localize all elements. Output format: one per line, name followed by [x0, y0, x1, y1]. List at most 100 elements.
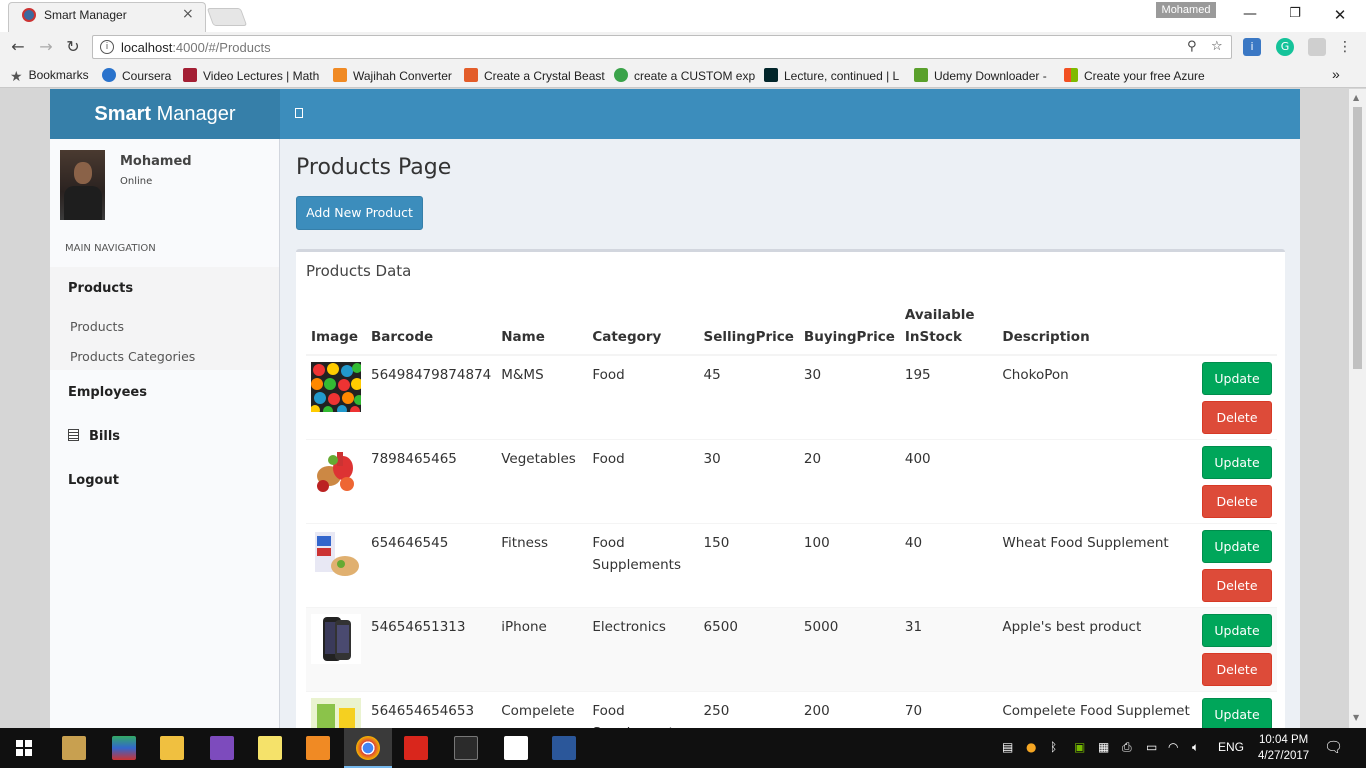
delete-button[interactable]: Delete: [1202, 652, 1272, 686]
bookmarks-label[interactable]: ★ Bookmarks: [10, 68, 89, 84]
app-logo[interactable]: Smart Manager: [50, 89, 280, 139]
bluetooth-icon[interactable]: ᛒ: [1050, 740, 1057, 754]
bookmark-edx[interactable]: Lecture, continued | L: [764, 68, 899, 83]
barcode-cell: 54654651313: [366, 606, 497, 691]
sidebar-subitem-products[interactable]: Products: [70, 319, 124, 334]
winrar-icon[interactable]: [112, 736, 136, 760]
site-info-icon[interactable]: i: [100, 40, 114, 54]
update-button[interactable]: Update: [1202, 613, 1272, 647]
address-bar[interactable]: i localhost:4000/#/Products ⚲ ☆: [92, 35, 1232, 59]
star-icon: ★: [10, 68, 23, 84]
menu-icon[interactable]: ⋮: [1336, 38, 1354, 56]
bookmark-label: Wajihah Converter: [353, 69, 452, 83]
extension-icon[interactable]: i: [1243, 38, 1261, 56]
buying-price-cell: 20: [798, 438, 900, 523]
sticky-notes-icon[interactable]: [258, 736, 282, 760]
sidebar-item-logout[interactable]: Logout: [68, 473, 119, 488]
name-cell: Compelete: [496, 690, 588, 728]
sidebar-toggle-icon[interactable]: [295, 108, 303, 118]
bookmark-label: Create your free Azure: [1084, 69, 1205, 83]
bookmark-mit[interactable]: Video Lectures | Math: [183, 68, 319, 83]
column-header: BuyingPrice: [798, 302, 900, 356]
battery-icon[interactable]: ▭: [1146, 740, 1157, 754]
product-image: [311, 529, 361, 580]
acrobat-icon[interactable]: [404, 736, 428, 760]
bookmark-custom[interactable]: create a CUSTOM exp: [614, 68, 755, 83]
user-status: Online: [120, 176, 153, 187]
key-icon[interactable]: ⚲: [1187, 39, 1197, 54]
wifi-icon[interactable]: ◠: [1168, 740, 1178, 754]
barcode-cell: 7898465465: [366, 438, 497, 523]
scrollbar-thumb[interactable]: [1353, 107, 1362, 369]
sublime-icon[interactable]: [62, 736, 86, 760]
reload-icon[interactable]: ↻: [63, 37, 83, 56]
forward-icon[interactable]: →: [36, 37, 56, 56]
windows-start-icon[interactable]: [16, 740, 32, 756]
scroll-up-icon[interactable]: ▲: [1353, 93, 1359, 102]
nav-header: MAIN NAVIGATION: [65, 243, 156, 254]
update-button[interactable]: Update: [1202, 445, 1272, 479]
bookmark-label: Lecture, continued | L: [784, 69, 900, 83]
sidebar-subitem-categories[interactable]: Products Categories: [70, 349, 195, 364]
keyboard-icon[interactable]: ▦: [1098, 740, 1109, 754]
scroll-down-icon[interactable]: ▼: [1353, 713, 1359, 722]
bookmarks-overflow-icon[interactable]: »: [1332, 66, 1340, 82]
column-header: SellingPrice: [698, 302, 799, 356]
notifications-icon[interactable]: 🗨︎: [1324, 738, 1343, 756]
update-button[interactable]: Update: [1202, 362, 1272, 395]
delete-button[interactable]: Delete: [1202, 484, 1272, 518]
logo-rest: Manager: [151, 103, 236, 125]
network-tray-icon[interactable]: ▤: [1002, 740, 1013, 754]
selling-price-cell: 6500: [698, 606, 799, 691]
back-icon[interactable]: ←: [8, 37, 28, 56]
bookmark-coursera[interactable]: Coursera: [102, 68, 171, 83]
bookmark-azure[interactable]: Create your free Azure: [1064, 68, 1205, 83]
bookmark-udemy[interactable]: Udemy Downloader -: [914, 68, 1047, 83]
visual-studio-icon[interactable]: [210, 736, 234, 760]
minimize-icon[interactable]: —: [1240, 6, 1260, 22]
image-cell: [306, 438, 366, 523]
selling-price-cell: 45: [698, 354, 799, 439]
column-header: [1195, 302, 1277, 356]
word-icon[interactable]: [552, 736, 576, 760]
chrome-icon[interactable]: [356, 736, 380, 760]
main-header: Smart Manager: [50, 89, 1300, 139]
close-window-icon[interactable]: ✕: [1330, 6, 1350, 24]
clock[interactable]: 10:04 PM 4/27/2017: [1258, 732, 1309, 764]
buying-price-cell: 200: [798, 690, 900, 728]
mongodb-icon[interactable]: [504, 736, 528, 760]
terminal-icon[interactable]: [454, 736, 478, 760]
app-tray-icon[interactable]: ●: [1026, 740, 1036, 754]
restore-icon[interactable]: ❐: [1285, 6, 1305, 21]
tab-close-icon[interactable]: ×: [182, 6, 194, 22]
new-tab-button[interactable]: [206, 8, 248, 26]
volume-icon[interactable]: 🔈︎: [1192, 740, 1199, 755]
language-indicator[interactable]: ENG: [1218, 740, 1244, 754]
stock-cell: 40: [899, 522, 998, 607]
stock-cell: 70: [899, 690, 998, 728]
extension-puzzle-icon[interactable]: [1308, 38, 1326, 56]
selling-price-cell: 30: [698, 438, 799, 523]
add-product-button[interactable]: Add New Product: [296, 196, 423, 230]
description-cell: Apple's best product: [997, 606, 1196, 691]
profile-button[interactable]: Mohamed: [1156, 2, 1216, 18]
sidebar-item-employees[interactable]: Employees: [68, 385, 147, 400]
update-button[interactable]: Update: [1202, 529, 1272, 563]
printer-icon[interactable]: ⎙: [1122, 740, 1132, 755]
category-cell: Food: [587, 438, 699, 523]
sidebar-item-bills[interactable]: Bills: [68, 429, 120, 444]
file-explorer-icon[interactable]: [160, 736, 184, 760]
grammarly-icon[interactable]: G: [1276, 38, 1294, 56]
image-cell: [306, 606, 366, 691]
vertical-scrollbar[interactable]: ▲ ▼: [1349, 89, 1366, 728]
delete-button[interactable]: Delete: [1202, 401, 1272, 434]
bookmark-label: Bookmarks: [28, 68, 89, 82]
update-button[interactable]: Update: [1202, 697, 1272, 728]
bookmark-star-icon[interactable]: ☆: [1211, 39, 1223, 54]
bookmark-wajihah[interactable]: Wajihah Converter: [333, 68, 452, 83]
delete-button[interactable]: Delete: [1202, 568, 1272, 602]
sidebar-item-products[interactable]: Products: [68, 281, 133, 296]
nvidia-icon[interactable]: ▣: [1074, 740, 1085, 754]
media-player-icon[interactable]: [306, 736, 330, 760]
bookmark-crystal[interactable]: Create a Crystal Beast: [464, 68, 605, 83]
